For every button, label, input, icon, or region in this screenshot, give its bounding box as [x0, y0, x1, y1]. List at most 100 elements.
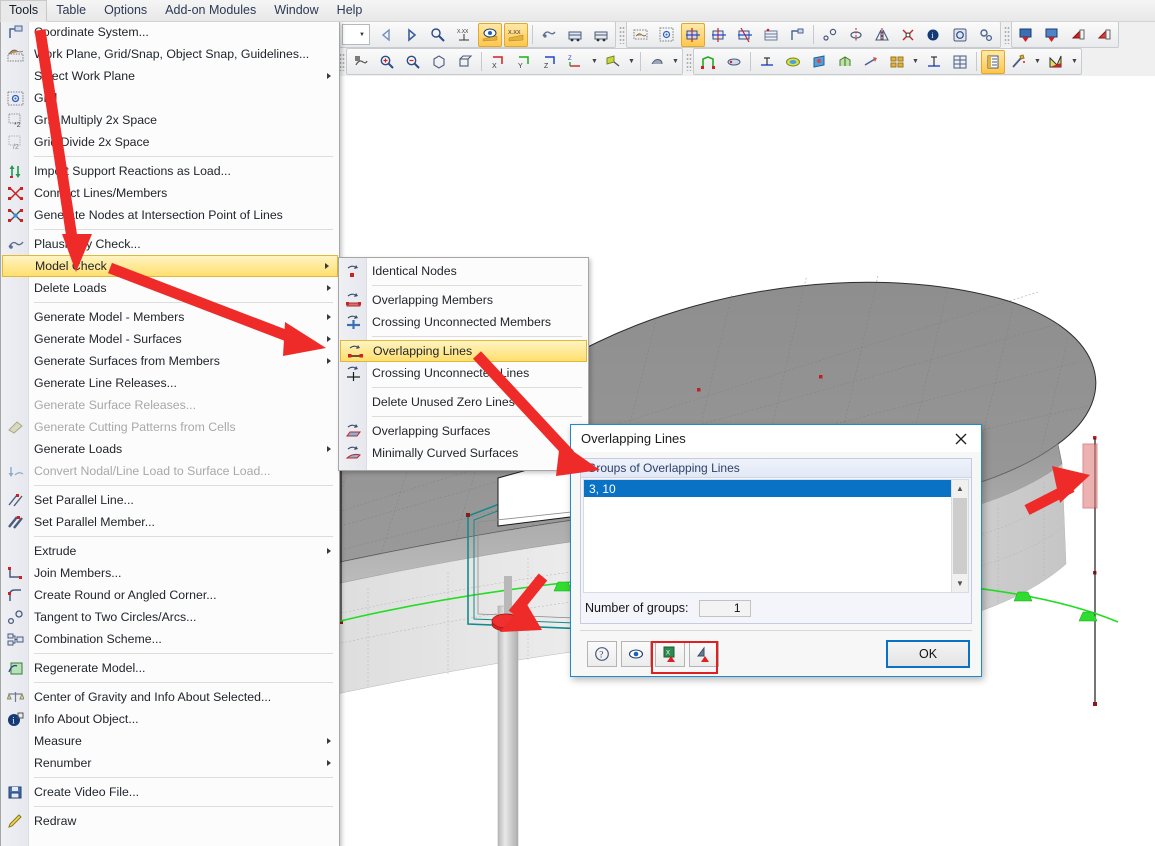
menu-item-regenerate-model[interactable]: Regenerate Model... — [1, 657, 339, 679]
submenu-item-overlapping-members[interactable]: Overlapping Members — [339, 289, 588, 311]
section-dropdown[interactable]: ▼ — [626, 51, 637, 73]
wp-xy-button[interactable] — [681, 22, 705, 47]
groups-listbox[interactable]: 3, 10 ▲ ▼ — [583, 479, 969, 593]
printout-button[interactable] — [981, 49, 1005, 74]
mirror-button[interactable] — [870, 23, 894, 47]
help-button[interactable]: ? — [587, 641, 617, 667]
results-button[interactable] — [781, 50, 805, 74]
view-button[interactable] — [621, 641, 651, 667]
scrollbar-thumb[interactable] — [953, 498, 967, 574]
toolbar-group-workplane[interactable]: i — [626, 21, 1001, 48]
submenu-item-identical-nodes[interactable]: Identical Nodes — [339, 260, 588, 282]
menubar-item-table[interactable]: Table — [47, 0, 95, 21]
menu-bar[interactable]: Tools Table Options Add-on Modules Windo… — [0, 0, 1155, 22]
menubar-item-options[interactable]: Options — [95, 0, 156, 21]
submenu-item-delete-unused-zero-lines[interactable]: Delete Unused Zero Lines — [339, 391, 588, 413]
members-button[interactable] — [696, 50, 720, 74]
camera-button[interactable] — [948, 23, 972, 47]
plausibility-button[interactable] — [537, 23, 561, 47]
coordinate-button[interactable] — [785, 23, 809, 47]
menu-item-set-parallel-line[interactable]: Set Parallel Line... — [1, 489, 339, 511]
load-table2-button[interactable] — [589, 23, 613, 47]
listbox-scrollbar[interactable]: ▲ ▼ — [951, 480, 968, 592]
tools-dropdown-menu[interactable]: Coordinate System... Work Plane, Grid/Sn… — [0, 21, 340, 846]
pan-button[interactable] — [349, 50, 373, 74]
close-icon[interactable] — [941, 425, 981, 452]
menu-item-select-work-plane[interactable]: Select Work Plane — [1, 65, 339, 87]
menubar-item-tools[interactable]: Tools — [0, 0, 48, 22]
value-display-button[interactable]: X.XX — [504, 22, 528, 47]
section-plane-button[interactable] — [948, 50, 972, 74]
connect-button[interactable] — [896, 23, 920, 47]
menu-item-join-members[interactable]: Join Members... — [1, 562, 339, 584]
submenu-item-minimally-curved-surfaces[interactable]: Minimally Curved Surfaces — [339, 442, 588, 464]
toolbar-group-supports[interactable] — [1011, 21, 1119, 48]
menu-item-coordinate-system[interactable]: Coordinate System... — [1, 21, 339, 43]
forward-button[interactable] — [400, 23, 424, 47]
menu-item-tangent-two-circles[interactable]: Tangent to Two Circles/Arcs... — [1, 606, 339, 628]
panels-button[interactable] — [922, 50, 946, 74]
toolbar-group-display[interactable]: ▼ ▼ ▼ — [693, 48, 1082, 75]
menu-item-info-about-object[interactable]: i Info About Object... — [1, 708, 339, 730]
menu-item-grid[interactable]: Grid — [1, 87, 339, 109]
menu-item-delete-loads[interactable]: Delete Loads — [1, 277, 339, 299]
menu-item-center-of-gravity[interactable]: Center of Gravity and Info About Selecte… — [1, 686, 339, 708]
show-numbering-button[interactable] — [426, 23, 450, 47]
view-iso-dropdown[interactable]: ▼ — [589, 51, 600, 73]
view-x-button[interactable]: X — [486, 50, 510, 74]
menu-item-connect-lines-members[interactable]: Connect Lines/Members — [1, 182, 339, 204]
result-down2-button[interactable] — [1040, 23, 1064, 47]
menu-item-renumber[interactable]: Renumber — [1, 752, 339, 774]
view-z-button[interactable]: Z — [538, 50, 562, 74]
toolbar-grip[interactable] — [619, 25, 625, 44]
menu-item-generate-loads[interactable]: Generate Loads — [1, 438, 339, 460]
menu-item-extrude[interactable]: Extrude — [1, 540, 339, 562]
solid-button[interactable] — [833, 50, 857, 74]
lines-button[interactable] — [885, 50, 909, 74]
menu-item-combination-scheme[interactable]: Combination Scheme... — [1, 628, 339, 650]
view-iso-button[interactable]: Z — [564, 50, 588, 74]
surfaces-button[interactable] — [755, 50, 779, 74]
submenu-item-overlapping-lines[interactable]: Overlapping Lines — [340, 340, 587, 362]
menu-item-redraw[interactable]: Redraw — [1, 810, 339, 832]
nodes-button[interactable] — [859, 50, 883, 74]
load-table-button[interactable] — [563, 23, 587, 47]
toolbar-row-1[interactable]: ▼ X.XX X.XX i — [338, 21, 1155, 48]
view-y-button[interactable]: Y — [512, 50, 536, 74]
menu-item-create-video-file[interactable]: Create Video File... — [1, 781, 339, 803]
menu-item-import-support-reactions[interactable]: Import Support Reactions as Load... — [1, 160, 339, 182]
toolbar-area[interactable]: ▼ X.XX X.XX i X Y Z Z ▼ ▼ ▼ ▼ ▼ ▼ — [338, 21, 1155, 76]
menu-item-create-round-corner[interactable]: Create Round or Angled Corner... — [1, 584, 339, 606]
submenu-item-crossing-unconnected-lines[interactable]: Crossing Unconnected Lines — [339, 362, 588, 384]
menubar-item-help[interactable]: Help — [328, 0, 372, 21]
zoom-in-button[interactable] — [375, 50, 399, 74]
overlapping-lines-dialog[interactable]: Overlapping Lines Groups of Overlapping … — [570, 424, 982, 677]
list-item[interactable]: 3, 10 — [584, 480, 968, 497]
menu-item-generate-model-members[interactable]: Generate Model - Members — [1, 306, 339, 328]
toolbar-group-zoom[interactable]: X Y Z Z ▼ ▼ ▼ — [346, 48, 683, 75]
scroll-up-icon[interactable]: ▲ — [952, 480, 968, 497]
toolbar-grip[interactable] — [686, 52, 692, 71]
menu-item-generate-nodes-intersection[interactable]: Generate Nodes at Intersection Point of … — [1, 204, 339, 226]
magic-button[interactable] — [1007, 50, 1031, 74]
zoom-out-button[interactable] — [401, 50, 425, 74]
support-button[interactable] — [1066, 23, 1090, 47]
rotate-button[interactable] — [844, 23, 868, 47]
scroll-down-icon[interactable]: ▼ — [952, 575, 968, 592]
ok-button[interactable]: OK — [886, 640, 970, 668]
toolbar-group-view[interactable]: ▼ X.XX X.XX — [338, 21, 616, 48]
zoom-all-button[interactable] — [427, 50, 451, 74]
magic-dropdown[interactable]: ▼ — [1032, 51, 1043, 73]
menubar-item-window[interactable]: Window — [265, 0, 327, 21]
info-button[interactable]: i — [922, 23, 946, 47]
visibility-button[interactable] — [645, 50, 669, 74]
result-down-button[interactable] — [1014, 23, 1038, 47]
tangent-button[interactable] — [818, 23, 842, 47]
menu-item-plausibility-check[interactable]: Plausibility Check... — [1, 233, 339, 255]
menu-item-grid-divide[interactable]: /2 Grid Divide 2x Space — [1, 131, 339, 153]
settings-button[interactable] — [974, 23, 998, 47]
back-button[interactable] — [374, 23, 398, 47]
hinges-button[interactable] — [722, 50, 746, 74]
menu-item-model-check[interactable]: Model Check — [2, 255, 338, 277]
lines-dropdown[interactable]: ▼ — [910, 51, 921, 73]
